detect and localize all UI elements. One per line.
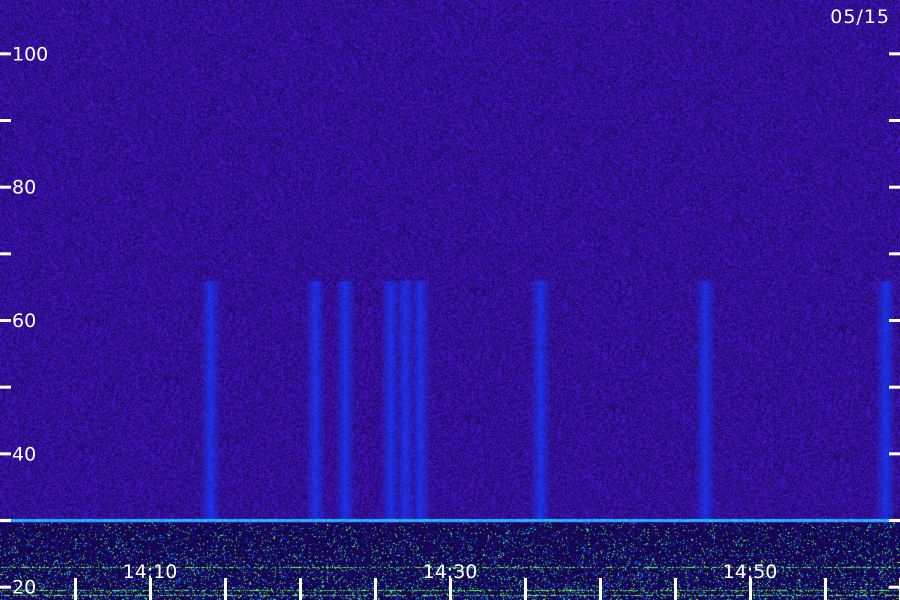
y-tick-right	[889, 519, 900, 522]
y-tick-left	[0, 119, 11, 122]
y-tick-left	[0, 252, 11, 256]
y-tick-right	[889, 185, 900, 189]
x-tick	[674, 578, 677, 600]
axis-overlay: 20 40 60 80 100 14:10 14:30 14:50	[0, 43, 900, 600]
y-tick-label: 20	[12, 577, 36, 599]
x-tick	[374, 578, 377, 600]
x-tick	[74, 578, 77, 600]
y-tick-right	[889, 319, 900, 322]
y-tick-left	[0, 452, 11, 456]
y-tick-left	[0, 185, 11, 189]
x-tick	[224, 578, 227, 600]
y-tick-label: 60	[12, 310, 36, 332]
y-tick-left	[0, 52, 11, 56]
y-tick-right	[889, 385, 900, 389]
x-tick-label: 14:10	[123, 561, 178, 583]
y-tick-left	[0, 585, 11, 589]
date-label: 05/15	[830, 6, 890, 28]
y-tick-right	[889, 119, 900, 122]
x-tick	[824, 578, 827, 600]
x-tick	[599, 578, 602, 600]
x-tick-label: 14:50	[723, 561, 778, 583]
y-tick-left	[0, 385, 11, 389]
y-tick-right	[889, 585, 900, 589]
spectrogram-chart: 20 40 60 80 100 14:10 14:30 14:50 05/15	[0, 0, 900, 600]
x-tick	[299, 578, 302, 600]
y-tick-label: 80	[12, 177, 36, 199]
y-tick-right	[889, 252, 900, 256]
y-tick-right	[889, 452, 900, 456]
x-tick-label: 14:30	[423, 561, 478, 583]
y-tick-left	[0, 519, 11, 522]
y-tick-label: 40	[12, 443, 36, 465]
y-tick-left	[0, 319, 11, 322]
y-tick-label: 100	[12, 43, 48, 65]
y-tick-right	[889, 52, 900, 56]
x-tick	[524, 578, 527, 600]
